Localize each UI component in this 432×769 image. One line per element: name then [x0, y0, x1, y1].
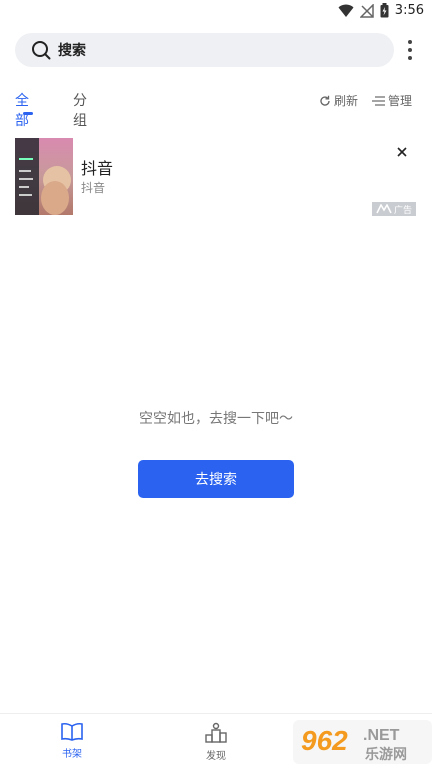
status-bar: 3:56: [0, 0, 432, 24]
more-options-icon[interactable]: [404, 40, 416, 60]
search-label: 搜索: [58, 43, 86, 59]
nav-bookshelf-label: 书架: [62, 749, 82, 760]
refresh-button[interactable]: 刷新: [319, 92, 358, 109]
battery-charging-icon: [380, 3, 389, 18]
go-search-button[interactable]: 去搜索: [138, 460, 294, 498]
no-signal-icon: [359, 3, 374, 18]
ad-subtitle: 抖音: [81, 181, 106, 195]
search-icon: [31, 40, 51, 60]
site-watermark: 962 .NET 乐游网: [293, 720, 432, 764]
watermark-text: 乐游网: [365, 746, 407, 763]
discover-icon: [205, 722, 227, 743]
search-bar[interactable]: 搜索: [15, 33, 394, 67]
ad-title: 抖音: [81, 159, 114, 178]
ad-badge: 广告: [372, 202, 416, 216]
tab-all[interactable]: 全部: [15, 90, 29, 130]
active-tab-indicator: [23, 112, 33, 115]
tab-group[interactable]: 分组: [73, 90, 87, 130]
watermark-suffix: .NET: [363, 727, 400, 744]
ad-thumbnail: [15, 138, 73, 215]
status-icons: 3:56: [338, 3, 424, 18]
close-icon[interactable]: [394, 144, 410, 160]
nav-discover-label: 发现: [206, 751, 226, 762]
refresh-icon: [320, 95, 330, 106]
ad-logo-icon: [376, 204, 392, 214]
manage-label: 管理: [387, 94, 412, 108]
shelf-actions: 刷新 管理: [319, 92, 412, 109]
ad-item[interactable]: 抖音 抖音 广告: [15, 138, 416, 216]
refresh-label: 刷新: [333, 94, 358, 108]
empty-message: 空空如也，去搜一下吧～: [139, 411, 293, 427]
ad-badge-label: 广告: [393, 205, 412, 216]
book-icon: [61, 722, 83, 741]
watermark-number: 962: [301, 725, 348, 756]
manage-button[interactable]: 管理: [371, 92, 412, 109]
wifi-icon: [338, 4, 354, 17]
nav-bookshelf[interactable]: 书架: [42, 722, 102, 760]
nav-discover[interactable]: 发现: [186, 722, 246, 762]
status-time: 3:56: [394, 3, 424, 18]
manage-icon: [371, 95, 385, 106]
